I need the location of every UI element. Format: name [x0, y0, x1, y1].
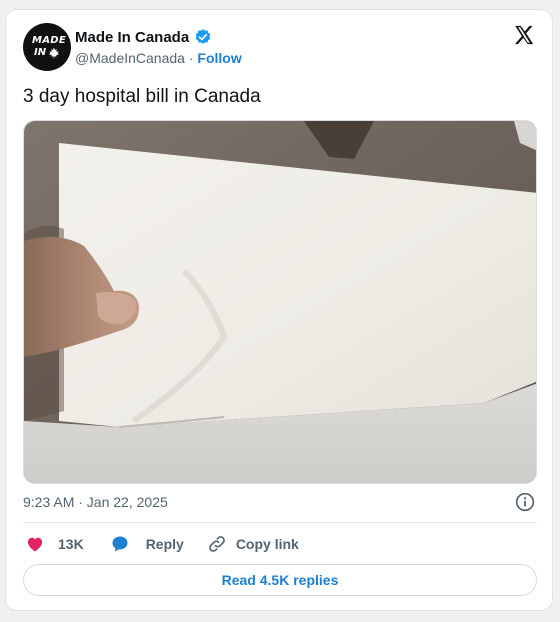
- maple-leaf-icon: [49, 47, 59, 59]
- heart-icon: [27, 537, 43, 552]
- photo-folded-paper: [24, 121, 536, 483]
- x-logo-icon[interactable]: [513, 24, 535, 46]
- read-replies-button[interactable]: Read 4.5K replies: [23, 564, 537, 596]
- copy-link-label: Copy link: [235, 536, 299, 552]
- reply-bubble-icon: [112, 536, 128, 552]
- divider: [23, 522, 537, 523]
- avatar-text-made: MADE: [32, 35, 67, 46]
- link-icon: [208, 536, 225, 552]
- tweet-timestamp[interactable]: 9:23 AM · Jan 22, 2025: [23, 494, 168, 510]
- account-handle[interactable]: @MadeInCanada: [75, 50, 185, 66]
- tweet-photo[interactable]: [23, 120, 537, 484]
- handle-separator: ·: [188, 50, 194, 66]
- avatar[interactable]: MADE IN: [23, 23, 71, 71]
- handle-row: @MadeInCanada · Follow: [75, 50, 242, 66]
- like-action[interactable]: 13K: [23, 534, 84, 554]
- account-name-row: Made In Canada: [75, 27, 212, 47]
- avatar-text-in: IN: [34, 47, 47, 58]
- follow-button[interactable]: Follow: [197, 50, 241, 66]
- reply-label: Reply: [145, 536, 184, 552]
- action-bar: 13K Reply Copy link: [23, 531, 299, 557]
- read-replies-label: Read 4.5K replies: [221, 572, 339, 588]
- reply-action[interactable]: Reply: [110, 534, 184, 554]
- like-count: 13K: [58, 536, 84, 552]
- tweet-text: 3 day hospital bill in Canada: [23, 86, 261, 107]
- display-name[interactable]: Made In Canada: [75, 29, 189, 46]
- info-icon[interactable]: [515, 492, 535, 512]
- copy-link-action[interactable]: Copy link: [207, 534, 299, 554]
- tweet-card: MADE IN Made In Canada @MadeInCanada · F…: [5, 9, 553, 611]
- verified-badge-icon: [195, 29, 211, 44]
